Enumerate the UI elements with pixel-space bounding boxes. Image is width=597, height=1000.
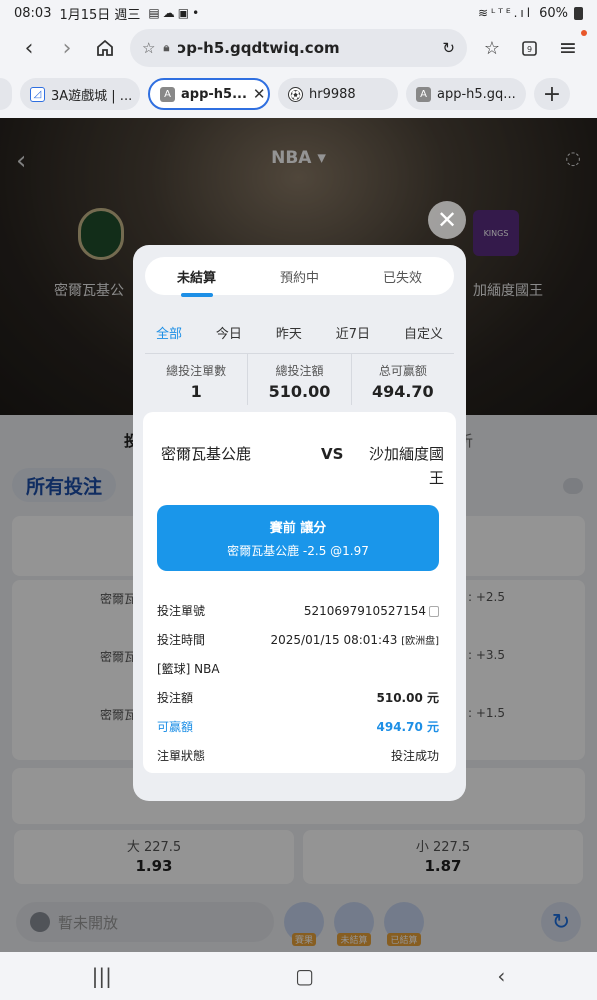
bet-info-list: 投注單號 5210697910527154 投注時間 2025/01/15 08… [157,596,439,770]
away-team: 沙加緬度國王 [368,445,444,487]
recent-apps-icon[interactable]: ||| [92,964,112,988]
copy-icon[interactable] [429,605,439,617]
date-range-filter: 全部 今日 昨天 近7日 自定义 [133,323,466,342]
range-today[interactable]: 今日 [216,323,242,342]
bookmarks-icon[interactable]: ☆ [473,29,511,67]
lock-icon: 🔒︎ [163,41,170,54]
forward-icon[interactable]: › [48,29,86,67]
home-team: 密爾瓦基公鹿 [160,445,251,463]
bet-status: 投注成功 [390,749,439,763]
signal-icon: ≋ᴸᵀᴱ.ıl [477,6,534,20]
browser-toolbar: ‹ › ☆ 🔒︎ ɔp-h5.gqdtwiq.com ↻ ☆ 9 ≡ [0,26,597,70]
matchup: 密爾瓦基公鹿 VS 沙加緬度國王 [155,442,444,492]
address-bar[interactable]: ☆ 🔒︎ ɔp-h5.gqdtwiq.com ↻ [130,29,467,67]
menu-notification-dot [581,30,587,36]
tab-unsettled[interactable]: 未結算 [145,267,248,286]
tab-partial[interactable] [0,78,12,110]
bet-time: 2025/01/15 08:01:43 [270,633,398,647]
reload-icon[interactable]: ↻ [442,39,455,57]
back-icon[interactable]: ‹ [10,29,48,67]
vs-label: VS [321,445,344,463]
range-all[interactable]: 全部 [156,323,182,342]
tab-invalid[interactable]: 已失效 [351,267,454,286]
status-bar: 08:03 1月15日 週三 ▤☁▣• ≋ᴸᵀᴱ.ıl 60% [0,0,597,26]
summary-count: 總投注單數 1 [166,364,227,401]
bet-detail-card: 密爾瓦基公鹿 VS 沙加緬度國王 賽前 讓分 密爾瓦基公鹿 -2.5 @1.97… [143,412,456,773]
browser-tab[interactable]: ⚽︎ hr9988 [278,78,398,110]
tab-count-icon[interactable]: 9 [511,29,549,67]
info-row: 投注單號 5210697910527154 [157,596,439,625]
url-text: ɔp-h5.gqdtwiq.com [177,39,340,57]
summary-win: 总可赢额 494.70 [350,354,454,405]
summary-row: 總投注單數 1 總投注額 510.00 总可赢额 494.70 [145,353,454,405]
info-row: 可赢額 494.70 元 [157,720,440,734]
app-favicon-icon: A [160,86,175,102]
tab-strip: ◿ 3A遊戲城 | ... A app-h5... ✕ ⚽︎ hr9988 A … [0,70,597,118]
browser-tab[interactable]: A app-h5.gq... [406,78,526,110]
win-amount: 494.70 元 [376,720,440,734]
info-row: 投注額 510.00 元 [157,691,440,705]
battery-level: 60% [539,5,568,21]
home-icon[interactable] [86,29,124,67]
info-row: 注單狀態 投注成功 [157,749,439,763]
svg-text:9: 9 [527,45,532,54]
battery-icon [574,6,583,20]
browser-tab-active[interactable]: A app-h5... ✕ [148,78,270,110]
order-number: 5210697910527154 [303,603,426,618]
tab-reserved[interactable]: 預約中 [248,267,351,286]
summary-stake: 總投注額 510.00 [247,354,350,405]
info-row: 投注時間 2025/01/15 08:01:43 [欧洲盘] [157,633,439,647]
range-7days[interactable]: 近7日 [336,323,370,342]
back-nav-icon[interactable]: ‹ [497,964,505,988]
system-nav-bar: ||| ▢ ‹ [0,952,597,1000]
soccer-ball-icon: ⚽︎ [288,86,303,102]
range-custom[interactable]: 自定义 [404,323,443,342]
status-date: 1月15日 週三 [59,7,141,23]
range-yesterday[interactable]: 昨天 [276,323,302,342]
new-tab-button[interactable]: + [534,78,570,110]
bet-history-modal: 未結算 預約中 已失效 全部 今日 昨天 近7日 自定义 總投注單數 1 總投注… [133,245,466,801]
close-tab-icon[interactable]: ✕ [253,85,266,103]
bookmark-star-icon[interactable]: ☆ [142,39,155,57]
home-nav-icon[interactable]: ▢ [295,964,314,988]
info-row: [籃球] NBA [157,654,439,683]
sport-league: [籃球] NBA [157,662,220,676]
bet-type: 賽前 讓分 [269,521,327,536]
bet-selection: 密爾瓦基公鹿 -2.5 @1.97 [227,544,369,558]
odds-type: [欧洲盘] [401,636,439,647]
app-favicon-icon: A [416,86,431,102]
status-tabs: 未結算 預約中 已失效 [145,257,454,295]
bet-selection-card: 賽前 讓分 密爾瓦基公鹿 -2.5 @1.97 [157,505,439,571]
browser-tab[interactable]: ◿ 3A遊戲城 | ... [20,78,140,110]
close-icon[interactable]: ✕ [428,201,466,239]
notification-icons: ▤☁▣• [148,6,203,20]
stake-amount: 510.00 元 [376,691,440,705]
status-time: 08:03 [14,5,52,21]
picture-icon: ◿ [30,86,45,102]
